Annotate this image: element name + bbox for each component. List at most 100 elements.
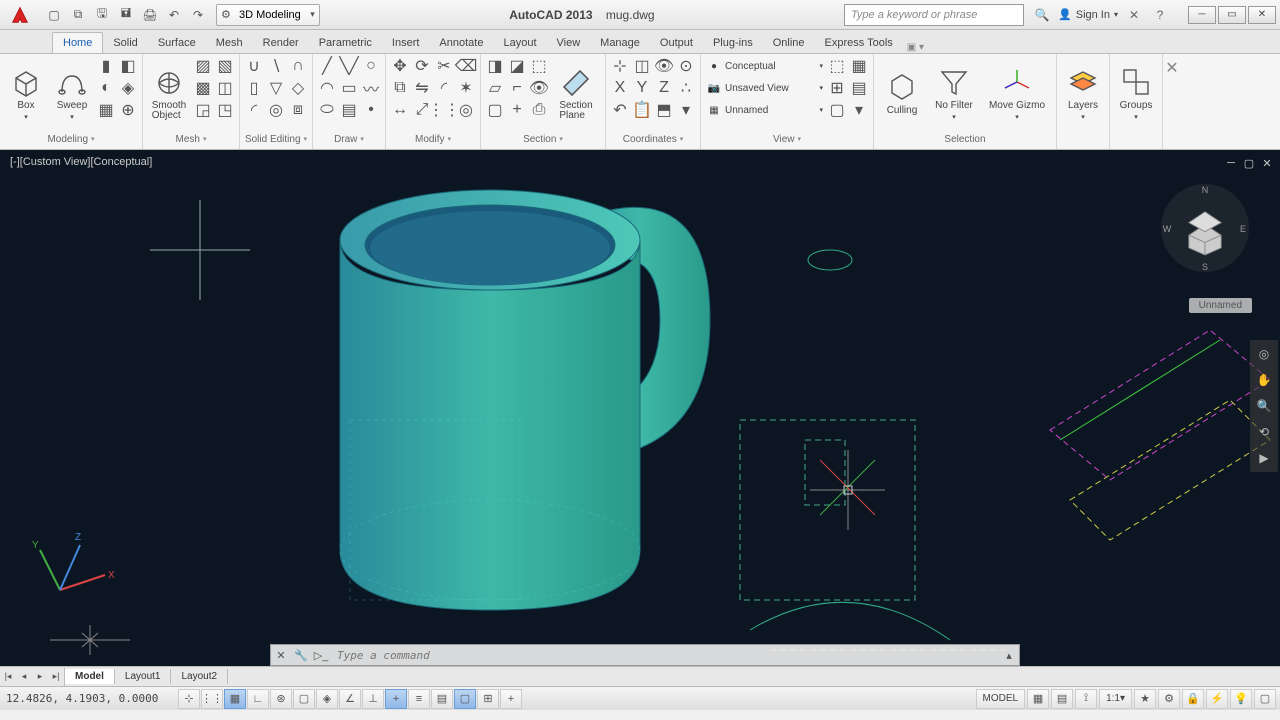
grid-icon[interactable]: ▦ [224, 689, 246, 709]
intersect-icon[interactable]: ∩ [288, 56, 308, 76]
toolbar-lock-icon[interactable]: 🔒 [1182, 689, 1204, 709]
presspull-icon[interactable]: ◧ [118, 56, 138, 76]
explode-icon[interactable]: ✶ [456, 78, 476, 98]
layout-first-icon[interactable]: |◂ [0, 668, 16, 686]
tab-render[interactable]: Render [253, 33, 309, 53]
exchange-icon[interactable]: ✕ [1124, 6, 1144, 24]
filter-button[interactable]: No Filter▾ [928, 56, 980, 131]
loft-icon[interactable]: ◈ [118, 78, 138, 98]
extrude-face-icon[interactable]: ▯ [244, 78, 264, 98]
scale-button[interactable]: 1:1 ▾ [1099, 689, 1132, 709]
minimize-button[interactable]: ─ [1188, 6, 1216, 24]
tab-parametric[interactable]: Parametric [309, 33, 382, 53]
signin-button[interactable]: 👤 Sign In ▾ [1058, 8, 1118, 21]
polar-icon[interactable]: ⊛ [270, 689, 292, 709]
gizmo-button[interactable]: Move Gizmo▾ [982, 56, 1052, 131]
hardware-accel-icon[interactable]: ⚡ [1206, 689, 1228, 709]
view-join-icon[interactable]: ▦ [849, 56, 869, 76]
stretch-icon[interactable]: ↔ [390, 100, 410, 120]
vp-maximize-icon[interactable]: ▢ [1242, 156, 1256, 170]
ellipse-icon[interactable]: ⬭ [317, 100, 337, 120]
tab-overflow-icon[interactable]: ▣ ▾ [903, 42, 928, 53]
drawing-canvas[interactable]: X Y Z [0, 150, 1280, 666]
infer-constraints-icon[interactable]: ⊹ [178, 689, 200, 709]
layout-next-icon[interactable]: ▸ [32, 668, 48, 686]
isolate-objects-icon[interactable]: 💡 [1230, 689, 1252, 709]
tab-view[interactable]: View [547, 33, 591, 53]
vp-close-icon[interactable]: ✕ [1260, 156, 1274, 170]
array-icon[interactable]: ⋮⋮ [434, 100, 454, 120]
hatch-icon[interactable]: ▤ [339, 100, 359, 120]
pan-icon[interactable]: ✋ [1254, 370, 1274, 390]
line-icon[interactable]: ╱ [317, 56, 337, 76]
ucs-view-icon[interactable]: 👁 [654, 56, 674, 76]
taper-face-icon[interactable]: ▽ [266, 78, 286, 98]
command-input[interactable] [331, 649, 999, 662]
union-icon[interactable]: ∪ [244, 56, 264, 76]
ucs-face-icon[interactable]: ◫ [632, 56, 652, 76]
mesh-more-icon[interactable]: ▨ [193, 56, 213, 76]
osnap-icon[interactable]: ▢ [293, 689, 315, 709]
model-space-button[interactable]: MODEL [976, 689, 1026, 709]
flatshot-icon[interactable]: ▢ [485, 100, 505, 120]
vp-minimize-icon[interactable]: ─ [1224, 156, 1238, 170]
interfere-icon[interactable]: ⬚ [529, 56, 549, 76]
otrack-icon[interactable]: ∠ [339, 689, 361, 709]
tab-online[interactable]: Online [763, 33, 815, 53]
view-manager-icon[interactable]: ⬚ [827, 56, 847, 76]
save-icon[interactable]: 🖫 [92, 5, 112, 25]
layers-button[interactable]: Layers▾ [1061, 56, 1105, 131]
mirror-icon[interactable]: ⇋ [412, 78, 432, 98]
am-icon[interactable]: + [500, 689, 522, 709]
app-menu-button[interactable] [4, 1, 36, 29]
view-named-icon[interactable]: ▤ [849, 78, 869, 98]
quickview-layouts-icon[interactable]: ▦ [1027, 689, 1049, 709]
ucs-ortho-icon[interactable]: ⬒ [654, 100, 674, 120]
tab-express[interactable]: Express Tools [815, 33, 903, 53]
slice-icon[interactable]: ◨ [485, 56, 505, 76]
ucs-named-icon[interactable]: 📋 [632, 100, 652, 120]
section-add-icon[interactable]: + [507, 100, 527, 120]
workspace-switch-icon[interactable]: ⚙ [1158, 689, 1180, 709]
cmd-history-icon[interactable]: ▴ [999, 645, 1019, 665]
mesh-less-icon[interactable]: ▧ [215, 56, 235, 76]
qp-icon[interactable]: ▢ [454, 689, 476, 709]
sc-icon[interactable]: ⊞ [477, 689, 499, 709]
tab-manage[interactable]: Manage [590, 33, 650, 53]
maximize-button[interactable]: ▭ [1218, 6, 1246, 24]
orbit-icon[interactable]: ⟲ [1254, 422, 1274, 442]
box-button[interactable]: Box▾ [4, 56, 48, 131]
saveas-icon[interactable]: 🖬 [116, 5, 136, 25]
viewcube[interactable]: N E S W [1161, 184, 1249, 272]
layout-prev-icon[interactable]: ◂ [16, 668, 32, 686]
trim-icon[interactable]: ✂ [434, 56, 454, 76]
showmotion-icon[interactable]: ▶ [1254, 448, 1274, 468]
mesh-split-icon[interactable]: ◳ [215, 100, 235, 120]
cmd-customize-icon[interactable]: 🔧 [291, 645, 311, 665]
separate-icon[interactable]: ⧈ [288, 100, 308, 120]
rect-icon[interactable]: ▭ [339, 78, 359, 98]
liveview-icon[interactable]: 👁 [529, 78, 549, 98]
viewport[interactable]: [-][Custom View][Conceptual] ─ ▢ ✕ X Y Z [0, 150, 1280, 666]
workspace-selector[interactable]: 3D Modeling [216, 4, 320, 26]
snap-icon[interactable]: ⋮⋮ [201, 689, 223, 709]
ucs-x-icon[interactable]: X [610, 78, 630, 98]
view-dd-icon[interactable]: ▾ [849, 100, 869, 120]
erase-icon[interactable]: ⌫ [456, 56, 476, 76]
circle-icon[interactable]: ○ [361, 56, 381, 76]
groups-button[interactable]: Groups▾ [1114, 56, 1158, 131]
annotation-scale-icon[interactable]: ⟟ [1075, 689, 1097, 709]
tab-layout[interactable]: Layout [493, 33, 546, 53]
undo-icon[interactable]: ↶ [164, 5, 184, 25]
ucs-3p-icon[interactable]: ∴ [676, 78, 696, 98]
viewport-config-selector[interactable]: ▦Unnamed▾ [705, 100, 825, 120]
layout-tab-model[interactable]: Model [65, 669, 115, 684]
fillet-edge-icon[interactable]: ◜ [244, 100, 264, 120]
section-jog-icon[interactable]: ⌐ [507, 78, 527, 98]
ucs-z-icon[interactable]: Z [654, 78, 674, 98]
ducs-icon[interactable]: ⊥ [362, 689, 384, 709]
cmd-close-icon[interactable]: ✕ [271, 645, 291, 665]
clean-screen-icon[interactable]: ▢ [1254, 689, 1276, 709]
move-icon[interactable]: ✥ [390, 56, 410, 76]
view-restore-icon[interactable]: ⊞ [827, 78, 847, 98]
